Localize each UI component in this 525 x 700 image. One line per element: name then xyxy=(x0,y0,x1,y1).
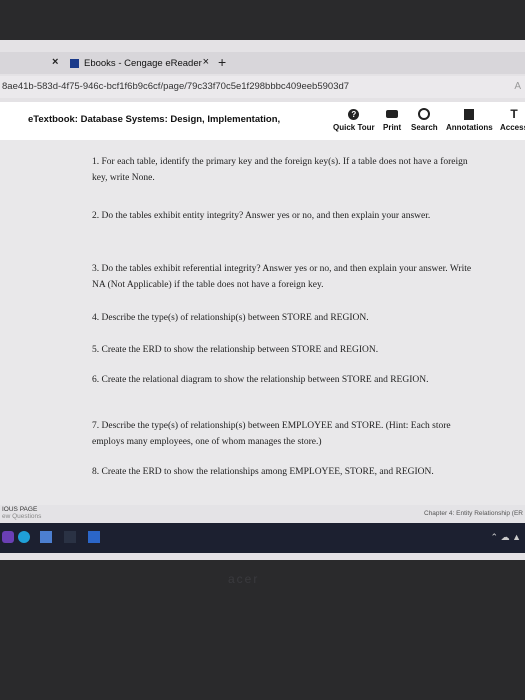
previous-page-button[interactable]: IOUS PAGE ew Questions xyxy=(2,506,41,520)
print-button[interactable]: Print xyxy=(383,108,401,132)
page-navigation-bar: IOUS PAGE ew Questions Chapter 4: Entity… xyxy=(0,505,525,523)
taskbar: ⌃ ☁ ▲ xyxy=(0,523,525,553)
address-bar[interactable]: 8ae41b-583d-4f75-946c-bcf1f6b9c6cf/page/… xyxy=(0,76,525,98)
help-icon: ? xyxy=(348,108,360,120)
question-5: 5. Create the ERD to show the relationsh… xyxy=(92,345,379,355)
mail-icon[interactable] xyxy=(64,531,76,543)
notebook-icon xyxy=(464,108,475,120)
cengage-favicon-icon xyxy=(70,58,79,68)
url-text: 8ae41b-583d-4f75-946c-bcf1f6b9c6cf/page/… xyxy=(2,81,350,92)
reader-mode-icon[interactable]: A xyxy=(514,76,521,98)
new-tab-button[interactable]: + xyxy=(218,54,226,70)
question-1: 1. For each table, identify the primary … xyxy=(92,157,468,183)
page-title: eTextbook: Database Systems: Design, Imp… xyxy=(28,114,281,125)
question-3: 3. Do the tables exhibit referential int… xyxy=(92,264,472,290)
previous-page-sub: ew Questions xyxy=(2,513,42,520)
reader-content: 1. For each table, identify the primary … xyxy=(0,140,525,505)
store-icon[interactable] xyxy=(88,531,100,543)
close-icon[interactable]: × xyxy=(203,56,209,68)
edge-icon[interactable] xyxy=(18,531,30,543)
annotations-button[interactable]: Annotations xyxy=(446,108,493,132)
previous-page-label: IOUS PAGE xyxy=(2,506,38,513)
app-icon[interactable] xyxy=(2,531,14,543)
access-label: Access xyxy=(500,123,525,132)
quick-tour-button[interactable]: ? Quick Tour xyxy=(333,108,375,132)
question-8: 8. Create the ERD to show the relationsh… xyxy=(92,467,434,477)
chapter-label[interactable]: Chapter 4: Entity Relationship (ER xyxy=(424,510,523,517)
file-explorer-icon[interactable] xyxy=(40,531,52,543)
tab-ebooks[interactable]: Ebooks - Cengage eReader × xyxy=(70,54,215,72)
search-icon xyxy=(418,108,431,120)
monitor-brand-logo: acer xyxy=(228,572,260,586)
tab-title: Ebooks - Cengage eReader xyxy=(84,57,202,69)
printer-icon xyxy=(386,110,399,118)
browser-tab-bar: × Ebooks - Cengage eReader × + xyxy=(0,52,525,74)
annotations-label: Annotations xyxy=(446,123,493,132)
question-2: 2. Do the tables exhibit entity integrit… xyxy=(92,211,431,221)
close-tab-icon[interactable]: × xyxy=(52,56,58,68)
text-size-icon: T xyxy=(510,107,518,121)
accessibility-button[interactable]: T Access xyxy=(500,107,525,132)
system-tray-icon[interactable]: ⌃ ☁ ▲ xyxy=(491,532,521,543)
quick-tour-label: Quick Tour xyxy=(333,123,375,132)
question-4: 4. Describe the type(s) of relationship(… xyxy=(92,313,369,323)
question-6: 6. Create the relational diagram to show… xyxy=(92,375,429,385)
search-button[interactable]: Search xyxy=(411,108,438,132)
question-7: 7. Describe the type(s) of relationship(… xyxy=(92,421,451,447)
ereader-toolbar: eTextbook: Database Systems: Design, Imp… xyxy=(0,102,525,141)
search-label: Search xyxy=(411,123,438,132)
monitor-screen: × Ebooks - Cengage eReader × + 8ae41b-58… xyxy=(0,40,525,560)
print-label: Print xyxy=(383,123,402,132)
